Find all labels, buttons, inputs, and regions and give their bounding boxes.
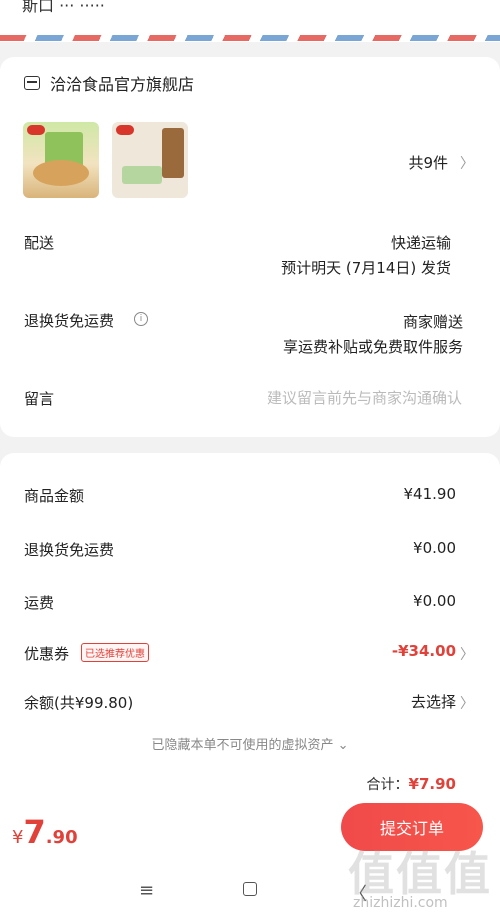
balance-label: 余额(共¥99.80) [24,694,134,712]
goods-amount: ¥41.90 [403,485,457,503]
hidden-assets-toggle[interactable]: 已隐藏本单不可使用的虚拟资产 ⌄ [0,734,500,753]
chevron-down-icon: ⌄ [337,738,349,753]
order-card: 洽洽食品官方旗舰店 共9件 〉 配送 快递运输 预计明天 (7月14日) 发货 … [0,57,500,437]
hidden-assets-note: 已隐藏本单不可使用的虚拟资产 [151,738,334,753]
shipping-fee: ¥0.00 [413,592,456,610]
return-shipping-label: 退换货免运费 [24,312,115,330]
delivery-label: 配送 [24,234,55,252]
product-thumbnail[interactable] [112,122,188,198]
chevron-right-icon[interactable]: 〉 [460,693,474,713]
watermark-url: zhizhizhi.com [353,895,448,911]
return-shipping-value: 商家赠送 [402,313,463,331]
airmail-border [0,35,500,41]
store-row[interactable]: 洽洽食品官方旗舰店 [24,71,194,95]
menu-icon[interactable]: ≡ [139,880,154,901]
coupon-value[interactable]: -¥34.00 [392,642,456,660]
currency-symbol: ¥ [12,827,24,848]
delivery-eta: 预计明天 (7月14日) 发货 [281,259,451,277]
store-icon [24,76,40,90]
item-count[interactable]: 共9件 [408,152,448,173]
total-label: 合计： [366,777,409,793]
chevron-right-icon[interactable]: 〉 [460,644,474,664]
coupon-label: 优惠券 [24,645,70,663]
home-icon[interactable] [243,882,257,896]
balance-select[interactable]: 去选择 [411,691,456,712]
price-integer: 7 [23,813,46,851]
message-label: 留言 [24,390,55,408]
brand-logo [27,125,45,135]
brand-logo [116,125,134,135]
return-fee: ¥0.00 [413,539,456,557]
info-icon[interactable]: i [134,312,148,326]
return-fee-label: 退换货免运费 [24,541,115,559]
store-name: 洽洽食品官方旗舰店 [50,75,195,94]
order-total: 合计：¥7.90 [367,774,456,794]
product-thumbnail[interactable] [23,122,99,198]
return-shipping-service: 享运费补贴或免费取件服务 [282,338,463,356]
pay-amount: ¥7.90 [12,813,78,851]
truncated-address: 斯口 ··· ····· [22,0,105,15]
goods-amount-label: 商品金额 [24,487,85,505]
shipping-label: 运费 [24,594,55,612]
coupon-tag: 已选推荐优惠 [81,643,149,662]
total-amount: ¥7.90 [408,775,456,793]
price-decimal: .90 [45,827,78,848]
message-input[interactable]: 建议留言前先与商家沟通确认 [267,387,462,408]
delivery-method: 快递运输 [390,234,451,252]
chevron-right-icon[interactable]: 〉 [460,153,474,173]
price-summary-card: 商品金额 ¥41.90 退换货免运费 ¥0.00 运费 ¥0.00 优惠券 已选… [0,453,500,803]
